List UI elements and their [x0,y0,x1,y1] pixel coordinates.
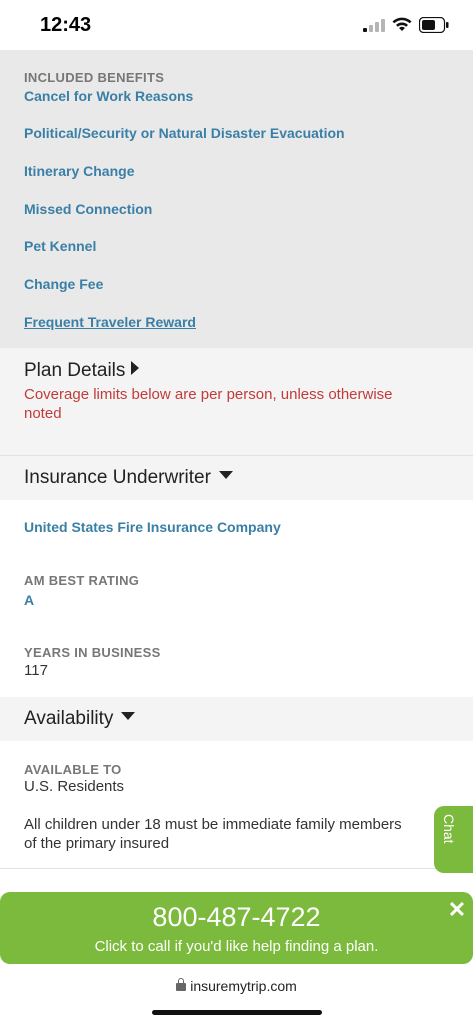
plan-details-toggle[interactable]: Plan Details [24,360,140,382]
browser-url-bar[interactable]: insuremytrip.com [0,966,473,1024]
plan-details-title: Plan Details [24,360,126,381]
battery-icon [419,17,449,33]
availability-header[interactable]: Availability [0,697,473,741]
availability-note: All children under 18 must be immediate … [24,816,402,852]
caret-down-icon [121,712,136,720]
benefit-cancel-for-work[interactable]: Cancel for Work Reasons [24,88,193,104]
benefit-change-fee[interactable]: Change Fee [24,276,103,292]
underwriter-company-link[interactable]: United States Fire Insurance Company [24,519,281,535]
chat-button[interactable]: Chat [434,806,473,873]
insurance-underwriter-content: United States Fire Insurance Company AM … [0,500,473,697]
benefit-frequent-traveler-reward[interactable]: Frequent Traveler Reward [24,314,196,330]
status-time: 12:43 [40,14,92,36]
benefit-missed-connection[interactable]: Missed Connection [24,201,152,217]
availability-content: AVAILABLE TO U.S. Residents All children… [0,741,473,869]
call-banner-subtitle: Click to call if you'd like help finding… [94,938,379,955]
close-icon[interactable]: ✕ [447,899,467,921]
benefit-pet-kennel[interactable]: Pet Kennel [24,238,96,254]
home-indicator [152,1010,322,1015]
available-to-value: U.S. Residents [24,778,125,795]
years-in-business-value: 117 [24,662,48,679]
cellular-signal-icon [363,18,385,32]
url-text: insuremytrip.com [190,978,297,994]
chat-label: Chat [441,814,457,844]
phone-number[interactable]: 800-487-4722 [0,902,473,933]
caret-right-icon [131,361,140,375]
status-bar: 12:43 [0,0,473,50]
years-in-business-label: YEARS IN BUSINESS [24,645,161,660]
caret-down-icon [218,471,233,479]
availability-title: Availability [24,708,114,729]
call-banner[interactable]: 800-487-4722 Click to call if you'd like… [0,892,473,964]
am-best-rating-value[interactable]: A [24,592,34,608]
wifi-icon [392,17,412,31]
insurance-underwriter-header[interactable]: Insurance Underwriter [0,456,473,500]
am-best-rating-label: AM BEST RATING [24,573,140,588]
plan-details-section: Plan Details Coverage limits below are p… [0,348,473,456]
benefit-evacuation[interactable]: Political/Security or Natural Disaster E… [24,125,345,141]
included-benefits-section: INCLUDED BENEFITS Cancel for Work Reason… [0,50,473,348]
benefit-itinerary-change[interactable]: Itinerary Change [24,163,134,179]
available-to-label: AVAILABLE TO [24,762,122,777]
lock-icon [176,978,187,991]
coverage-note: Coverage limits below are per person, un… [24,386,393,422]
insurance-underwriter-title: Insurance Underwriter [24,467,211,488]
included-benefits-heading: INCLUDED BENEFITS [24,70,165,85]
